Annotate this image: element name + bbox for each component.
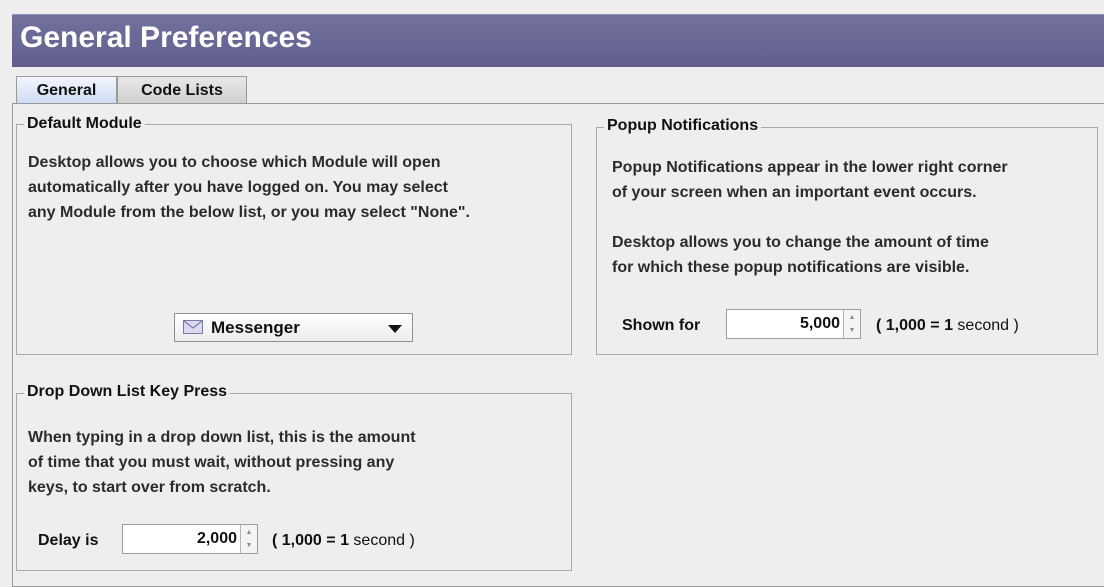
chevron-down-icon <box>388 325 402 333</box>
module-select[interactable]: Messenger <box>174 313 413 342</box>
envelope-icon <box>183 320 203 334</box>
shown-for-label: Shown for <box>622 317 701 334</box>
default-module-description: Desktop allows you to choose which Modul… <box>28 154 470 221</box>
window-title: General Preferences <box>20 21 312 54</box>
tab-label: General <box>36 82 97 99</box>
spinner-up-icon[interactable]: ▲ <box>241 526 257 539</box>
delay-value: 2,000 <box>196 530 237 547</box>
spinner-up-icon[interactable]: ▲ <box>844 311 860 324</box>
tab-general[interactable]: General <box>16 76 117 104</box>
popup-notifications-title: Popup Notifications <box>604 117 762 135</box>
delay-label: Delay is <box>38 532 99 549</box>
tab-label: Code Lists <box>141 82 223 99</box>
popup-notifications-description: Popup Notifications appear in the lower … <box>612 159 1008 276</box>
shown-for-value: 5,000 <box>799 315 840 332</box>
delay-hint: ( 1,000 = 1 second ) <box>272 532 415 549</box>
default-module-title: Default Module <box>24 115 145 133</box>
delay-spinner[interactable]: 2,000 ▲ ▼ <box>122 524 258 554</box>
shown-for-hint: ( 1,000 = 1 second ) <box>876 317 1019 334</box>
spinner-down-icon[interactable]: ▼ <box>844 324 860 337</box>
spinner-down-icon[interactable]: ▼ <box>241 539 257 552</box>
drop-down-key-press-title: Drop Down List Key Press <box>24 383 231 401</box>
drop-down-key-press-description: When typing in a drop down list, this is… <box>28 429 416 496</box>
title-bar: General Preferences <box>12 14 1104 67</box>
tab-code-lists[interactable]: Code Lists <box>117 76 247 104</box>
module-select-value: Messenger <box>211 318 300 337</box>
spinner-arrows[interactable]: ▲ ▼ <box>240 525 257 553</box>
spinner-arrows[interactable]: ▲ ▼ <box>843 310 860 338</box>
shown-for-spinner[interactable]: 5,000 ▲ ▼ <box>726 309 861 339</box>
